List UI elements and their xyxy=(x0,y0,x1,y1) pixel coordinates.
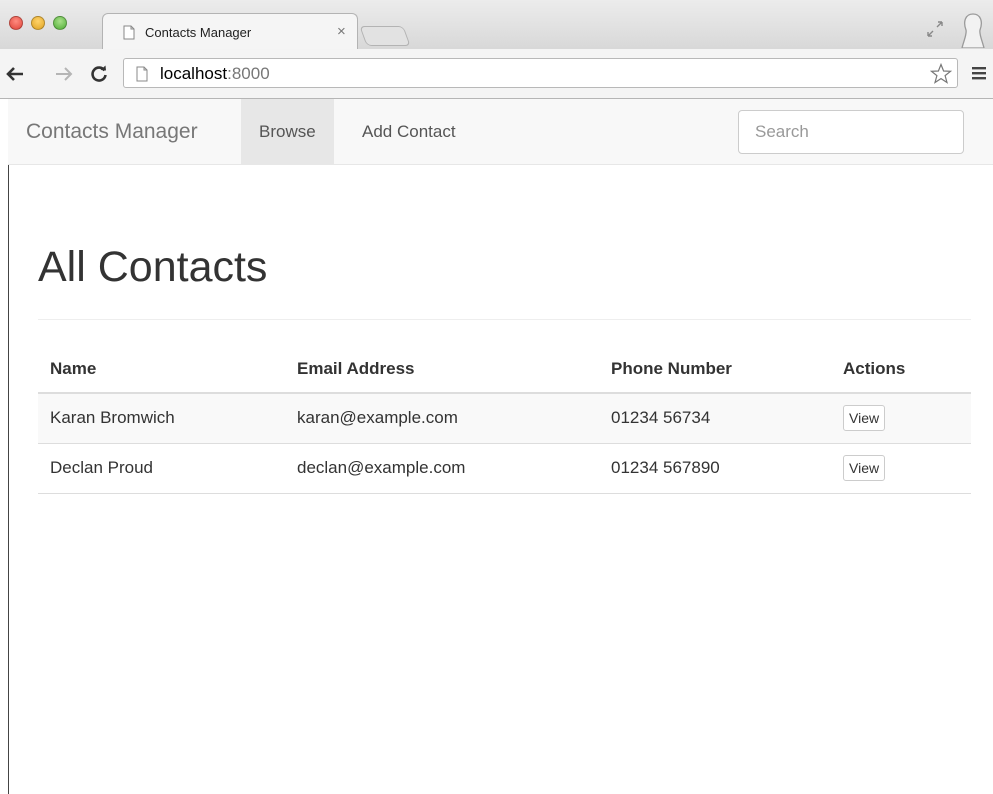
divider xyxy=(38,319,971,320)
url-text: localhost:8000 xyxy=(160,64,270,84)
column-header-actions: Actions xyxy=(831,346,971,394)
page-icon xyxy=(123,25,135,40)
contact-actions: View xyxy=(831,443,971,494)
address-bar[interactable]: localhost:8000 xyxy=(123,58,958,88)
column-header-phone: Phone Number xyxy=(599,346,831,394)
nav-add-contact[interactable]: Add Contact xyxy=(344,99,474,165)
url-host: localhost xyxy=(160,64,228,83)
window-left-border xyxy=(8,165,9,794)
page-title: All Contacts xyxy=(38,243,268,291)
tab-close-icon[interactable]: × xyxy=(337,23,346,40)
nav-browse[interactable]: Browse xyxy=(241,99,334,165)
bookmark-star-icon[interactable] xyxy=(930,63,952,85)
browser-tab[interactable]: Contacts Manager × xyxy=(102,13,358,49)
contact-name: Karan Bromwich xyxy=(38,393,285,444)
view-button[interactable]: View xyxy=(843,455,886,481)
back-button[interactable] xyxy=(3,62,27,86)
close-window-button[interactable] xyxy=(9,16,23,30)
search-input[interactable] xyxy=(738,110,964,154)
reload-icon xyxy=(91,65,107,82)
menu-icon[interactable] xyxy=(971,65,987,81)
minimize-window-button[interactable] xyxy=(31,16,45,30)
table-row: Declan Proud declan@example.com 01234 56… xyxy=(38,443,971,494)
maximize-window-button[interactable] xyxy=(53,16,67,30)
browser-toolbar: localhost:8000 xyxy=(0,49,993,99)
contact-email: karan@example.com xyxy=(285,393,599,444)
contact-phone: 01234 567890 xyxy=(599,443,831,494)
contact-name: Declan Proud xyxy=(38,443,285,494)
table-row: Karan Bromwich karan@example.com 01234 5… xyxy=(38,393,971,444)
fullscreen-icon[interactable] xyxy=(926,20,944,38)
contact-phone: 01234 56734 xyxy=(599,393,831,444)
column-header-name: Name xyxy=(38,346,285,394)
view-button[interactable]: View xyxy=(843,405,886,432)
tab-title: Contacts Manager xyxy=(145,25,252,40)
profile-icon[interactable] xyxy=(958,10,988,48)
back-arrow-icon xyxy=(6,67,23,81)
forward-arrow-icon xyxy=(56,67,73,81)
column-header-email: Email Address xyxy=(285,346,599,394)
forward-button[interactable] xyxy=(52,62,76,86)
app-navbar: Contacts Manager Browse Add Contact xyxy=(8,99,993,165)
page-icon xyxy=(136,66,148,82)
new-tab-button[interactable] xyxy=(359,26,411,46)
contacts-table: Name Email Address Phone Number Actions … xyxy=(38,346,971,494)
reload-button[interactable] xyxy=(87,62,111,86)
url-port: :8000 xyxy=(227,64,270,83)
brand-link[interactable]: Contacts Manager xyxy=(26,120,198,144)
contact-email: declan@example.com xyxy=(285,443,599,494)
table-header-row: Name Email Address Phone Number Actions xyxy=(38,346,971,394)
browser-titlebar: Contacts Manager × xyxy=(0,0,993,49)
contact-actions: View xyxy=(831,393,971,444)
